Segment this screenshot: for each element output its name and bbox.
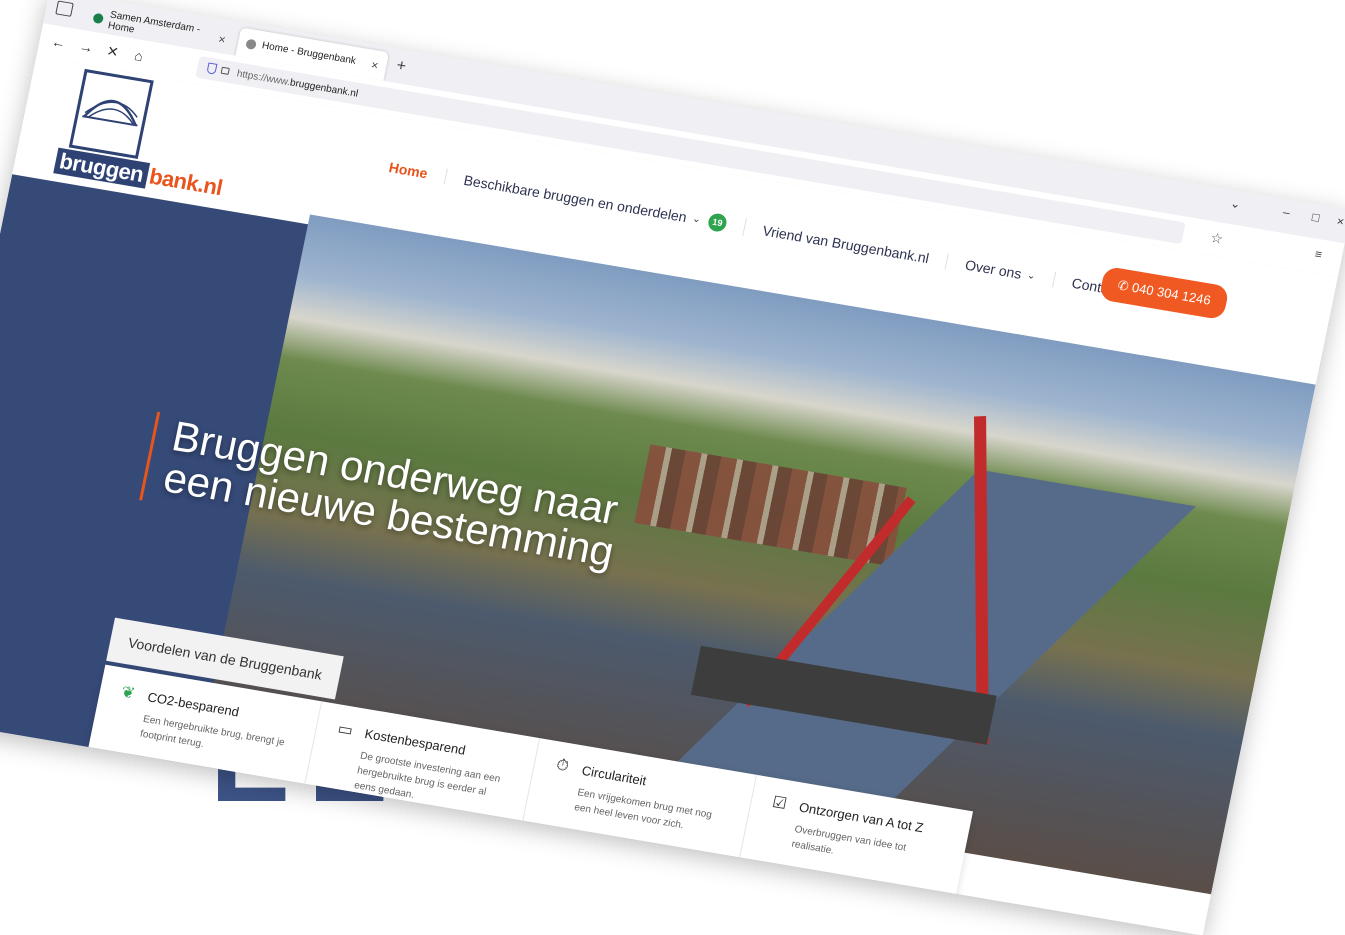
- favicon-icon: [245, 38, 258, 50]
- forward-icon[interactable]: →: [78, 38, 95, 56]
- clipboard-icon: ☑: [770, 794, 789, 814]
- minimize-icon[interactable]: –: [1282, 205, 1291, 220]
- browser-window: Samen Amsterdam - Home × Home - Bruggenb…: [0, 0, 1345, 935]
- maximize-icon[interactable]: □: [1311, 210, 1321, 225]
- bookmark-star-icon[interactable]: ☆: [1209, 229, 1225, 248]
- close-icon[interactable]: ×: [370, 57, 380, 72]
- phone-number: 040 304 1246: [1130, 279, 1213, 308]
- phone-button[interactable]: ✆ 040 304 1246: [1098, 265, 1230, 321]
- chevron-down-icon: ⌄: [1026, 269, 1037, 282]
- logo-text-banknl[interactable]: bank.nl: [147, 163, 225, 201]
- close-window-icon[interactable]: ×: [1336, 214, 1345, 229]
- count-badge: 19: [706, 212, 729, 233]
- nav-label: Over ons: [963, 256, 1023, 282]
- wallet-icon: ▭: [336, 720, 355, 740]
- url-prefix: https://www.: [235, 67, 292, 88]
- nav-beschikbare-bruggen[interactable]: Beschikbare bruggen en onderdelen ⌄ 19: [444, 167, 747, 237]
- bridge-logo-icon: [82, 99, 138, 127]
- nav-over-ons[interactable]: Over ons ⌄: [945, 253, 1056, 288]
- nav-vriend-van-bruggenbank[interactable]: Vriend van Bruggenbank.nl: [743, 219, 950, 270]
- back-icon[interactable]: ←: [50, 33, 67, 51]
- logo-mark[interactable]: [68, 68, 154, 159]
- shield-icon[interactable]: [206, 62, 218, 75]
- favicon-icon: [92, 12, 105, 24]
- url-domain: bruggenbank.nl: [288, 76, 360, 100]
- extensions-icon[interactable]: ≡: [1314, 247, 1324, 262]
- benefit-title: Circulariteit: [580, 762, 648, 788]
- new-tab-icon[interactable]: +: [395, 57, 408, 76]
- home-icon[interactable]: ⌂: [133, 47, 145, 64]
- leaf-icon: ❦: [119, 683, 137, 703]
- nav-label: Home: [387, 159, 430, 182]
- lock-icon[interactable]: [220, 66, 230, 75]
- nav-label: Vriend van Bruggenbank.nl: [761, 222, 931, 267]
- nav-label: Beschikbare bruggen en onderdelen: [462, 171, 689, 226]
- chevron-down-icon: ⌄: [691, 212, 702, 226]
- tab-overflow-icon[interactable]: ⌄: [1229, 196, 1242, 211]
- tab-list-icon[interactable]: [55, 0, 74, 17]
- stopwatch-icon: ⏱: [554, 756, 571, 776]
- stop-icon[interactable]: ✕: [105, 43, 120, 62]
- nav-home[interactable]: Home: [369, 156, 448, 185]
- close-icon[interactable]: ×: [217, 31, 227, 46]
